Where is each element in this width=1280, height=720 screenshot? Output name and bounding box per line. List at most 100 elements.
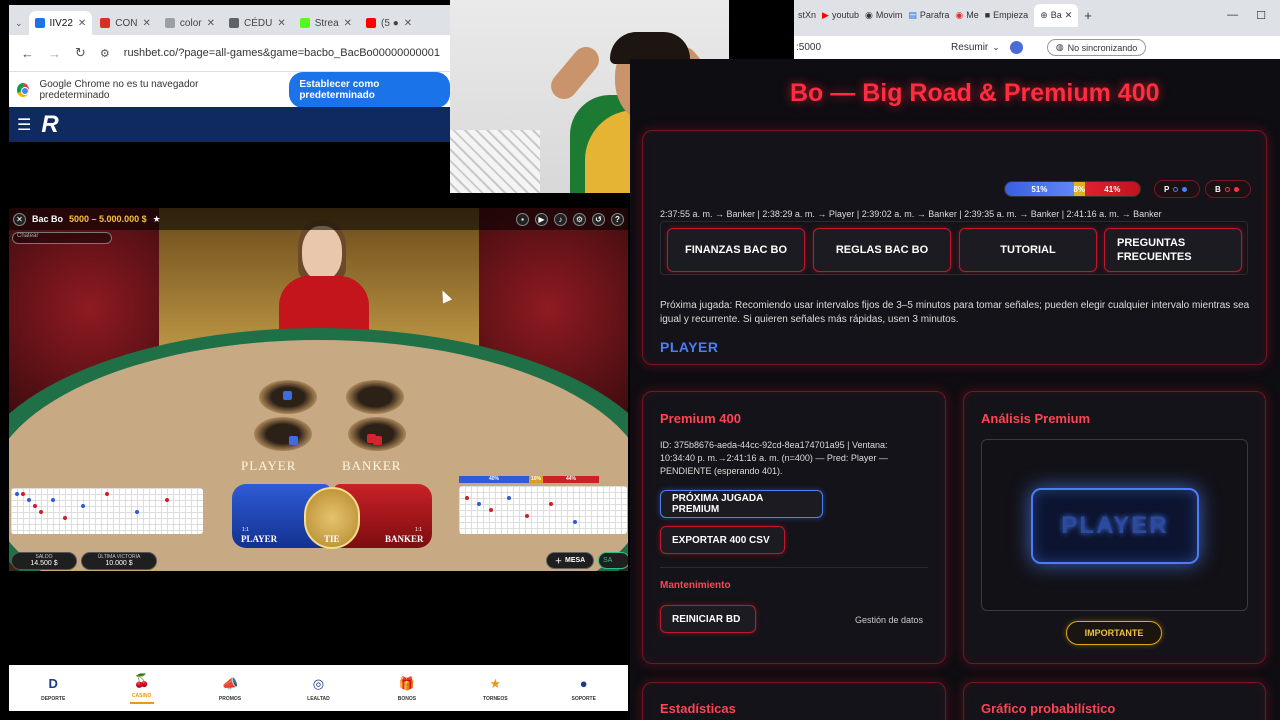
right-tab-4[interactable]: ■ Empieza xyxy=(985,10,1028,20)
road-dot-banker xyxy=(549,502,553,506)
finanzas-button[interactable]: FINANZAS BAC BO xyxy=(667,228,805,272)
premium-next-button[interactable]: PRÓXIMA JUGADA PREMIUM xyxy=(660,490,823,518)
road-dot-banker xyxy=(465,496,469,500)
mini-ratio-banker: 44% xyxy=(543,476,599,483)
export-csv-button[interactable]: EXPORTAR 400 CSV xyxy=(660,526,785,554)
site-info-icon[interactable]: ⚙ xyxy=(100,47,110,60)
close-icon[interactable]: ✕ xyxy=(143,18,151,29)
player-die xyxy=(283,391,292,400)
nav-casino[interactable]: 🍒 CASINO xyxy=(112,672,172,704)
loyalty-icon: ◎ xyxy=(312,675,325,691)
close-icon[interactable]: ✕ xyxy=(1065,10,1073,21)
left-tab-2[interactable]: color ✕ xyxy=(159,11,221,35)
big-road-right xyxy=(459,486,627,534)
left-tab-0[interactable]: IIV22 ✕ xyxy=(28,11,93,35)
premium-divider xyxy=(660,567,928,568)
tab-label: (5 ● xyxy=(381,17,399,29)
reset-db-button[interactable]: REINICIAR BD xyxy=(660,605,756,633)
reglas-button[interactable]: REGLAS BAC BO xyxy=(813,228,951,272)
dashboard-title: Bo — Big Road & Premium 400 xyxy=(790,79,1160,107)
left-tab-3[interactable]: CÉDU ✕ xyxy=(223,11,292,35)
tab-label: IIV22 xyxy=(49,17,73,29)
favorite-icon[interactable]: ★ xyxy=(153,214,161,225)
next-table-button[interactable]: SA xyxy=(598,552,628,569)
resume-button[interactable]: Resumir xyxy=(951,42,988,53)
close-icon[interactable]: ✕ xyxy=(277,18,285,29)
tab-label: CON xyxy=(115,17,138,29)
road-dot-banker xyxy=(525,514,529,518)
player-indicator-pill: P xyxy=(1154,180,1200,198)
left-address-row: ← → ↻ ⚙ rushbet.co/?page=all-games&game=… xyxy=(9,35,450,71)
mesa-button[interactable]: ＋ MESA xyxy=(546,552,595,569)
nav-promos[interactable]: 📣 PROMOS xyxy=(200,675,260,702)
ratio-player: 51% xyxy=(1005,182,1074,196)
left-tab-5[interactable]: (5 ● ✕ xyxy=(360,11,422,35)
back-icon[interactable]: ← xyxy=(21,46,34,61)
default-browser-text: Google Chrome no es tu navegador predete… xyxy=(39,78,199,101)
dice-cup-banker-top xyxy=(346,380,404,414)
ratio-tie: 8% xyxy=(1073,182,1085,196)
right-tab-3[interactable]: ◉ Me xyxy=(955,10,978,21)
graph-title: Gráfico probabilístico xyxy=(981,701,1116,716)
nav-torneos[interactable]: ★ TORNEOS xyxy=(465,675,525,702)
new-tab-icon[interactable]: + xyxy=(1084,8,1092,23)
close-icon[interactable]: ✕ xyxy=(344,18,352,29)
set-default-button[interactable]: Establecer como predeterminado xyxy=(289,71,450,108)
deporte-icon: D xyxy=(48,676,58,691)
right-url-bar[interactable]: :5000 xyxy=(796,42,821,53)
chevron-down-icon[interactable]: ⌄ xyxy=(992,42,1000,53)
minimize-icon[interactable]: — xyxy=(1227,9,1238,22)
maximize-icon[interactable]: ☐ xyxy=(1256,9,1266,22)
tab-favicon-icon: ◉ xyxy=(955,9,964,20)
tutorial-button[interactable]: TUTORIAL xyxy=(959,228,1097,272)
history-icon[interactable]: ↺ xyxy=(592,212,605,226)
forward-icon[interactable]: → xyxy=(48,46,61,61)
road-dot-player xyxy=(51,498,55,502)
profile-avatar-icon[interactable] xyxy=(1009,41,1023,54)
close-icon[interactable]: ✕ xyxy=(404,18,412,29)
close-icon[interactable]: ✕ xyxy=(13,212,26,226)
hamburger-menu-icon[interactable]: ☰ xyxy=(17,115,31,135)
bead-road-left xyxy=(11,488,203,534)
left-url-bar[interactable]: rushbet.co/?page=all-games&game=bacbo_Ba… xyxy=(124,47,440,59)
close-icon[interactable]: ✕ xyxy=(78,18,86,29)
chat-icon[interactable]: ▪ xyxy=(516,212,529,226)
video-icon[interactable]: ▶ xyxy=(535,212,548,226)
left-tab-4[interactable]: Strea ✕ xyxy=(294,11,358,35)
close-icon[interactable]: ✕ xyxy=(207,18,215,29)
premium-400-meta: ID: 375b8676-aeda-44cc-92cd-8ea174701a95… xyxy=(660,440,888,476)
tab-favicon-icon xyxy=(164,18,175,28)
casino-bottom-nav: D DEPORTE 🍒 CASINO 📣 PROMOS ◎ LEALTAD 🎁 BONOS… xyxy=(9,665,628,711)
nav-deporte[interactable]: D DEPORTE xyxy=(23,675,83,702)
game-top-bar: ✕ Bac Bo 5000 – 5.000.000 $ ★ ▪ ▶ ♪ ⚙ ↺ … xyxy=(9,208,628,230)
chat-input[interactable]: Chatear xyxy=(12,232,112,244)
sync-status-button[interactable]: ◍ No sincronizando xyxy=(1046,39,1147,56)
tab-search-icon[interactable]: ⌄ xyxy=(15,18,23,29)
right-tab-1[interactable]: ◉ Movim xyxy=(865,10,902,21)
mesa-label: MESA xyxy=(565,557,586,564)
road-dot-banker xyxy=(39,510,43,514)
faq-button[interactable]: PREGUNTAS FRECUENTES xyxy=(1104,228,1242,272)
next-play-text: Próxima jugada: Recomiendo usar interval… xyxy=(660,300,1250,325)
ratio-bar: 51% 8% 41% xyxy=(1004,181,1141,197)
reload-icon[interactable]: ↻ xyxy=(75,45,86,61)
right-tab-2[interactable]: ▤ Parafra xyxy=(908,10,949,21)
tab-label: CÉDU xyxy=(244,17,273,29)
tab-label: Parafra xyxy=(919,10,950,20)
help-icon[interactable]: ? xyxy=(611,212,624,226)
settings-icon[interactable]: ⚙ xyxy=(573,212,586,226)
left-tab-1[interactable]: CON ✕ xyxy=(94,11,157,35)
right-tab-0[interactable]: ▶ youtub xyxy=(822,10,859,21)
sync-label: No sincronizando xyxy=(1067,42,1138,53)
importante-button[interactable]: IMPORTANTE xyxy=(1066,621,1162,645)
road-dot-banker xyxy=(33,504,37,508)
sound-icon[interactable]: ♪ xyxy=(554,212,567,226)
nav-soporte[interactable]: ● SOPORTE xyxy=(554,675,614,702)
nav-bonos[interactable]: 🎁 BONOS xyxy=(377,675,437,702)
site-logo[interactable]: R xyxy=(41,111,58,139)
nav-lealtad[interactable]: ◎ LEALTAD xyxy=(288,675,348,702)
bac-bo-game: PLAYER BANKER ✕ Bac Bo 5000 – 5.000.000 … xyxy=(9,208,628,571)
right-tab-5[interactable]: ⊕ Ba ✕ xyxy=(1034,3,1079,27)
balance-value: 14.500 $ xyxy=(30,559,58,567)
nav-label: SOPORTE xyxy=(571,695,596,702)
